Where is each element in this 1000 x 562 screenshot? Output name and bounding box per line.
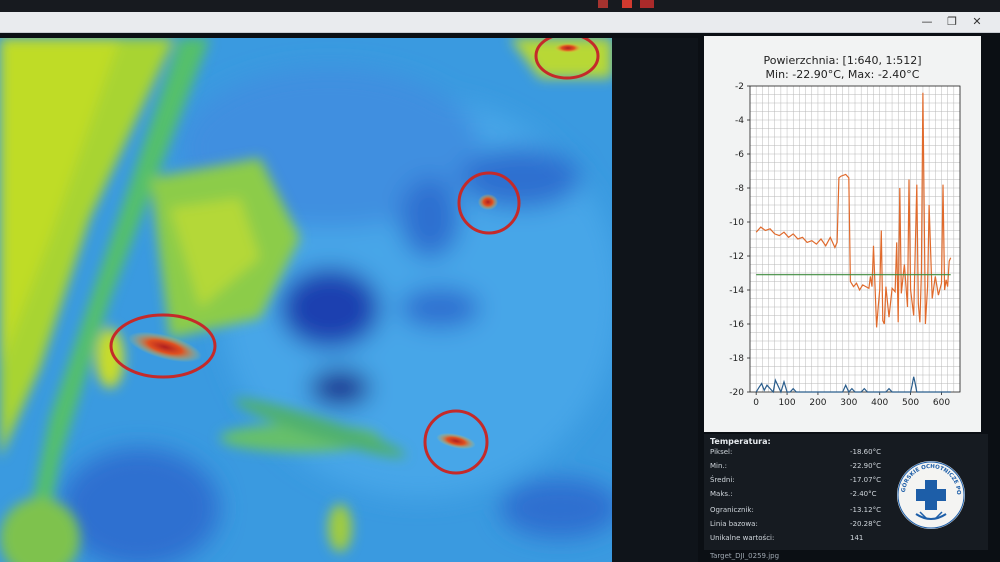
stat-label: Maks.: bbox=[710, 490, 733, 498]
stat-label: Linia bazowa: bbox=[710, 520, 758, 528]
y-tick-label: -6 bbox=[735, 150, 744, 160]
stat-value: -2.40°C bbox=[850, 490, 877, 498]
x-tick-label: 0 bbox=[753, 398, 759, 408]
x-tick-label: 400 bbox=[871, 398, 888, 408]
y-tick-label: -10 bbox=[729, 218, 744, 228]
x-tick-label: 100 bbox=[778, 398, 795, 408]
y-tick-label: -4 bbox=[735, 116, 744, 126]
stat-label: Średni: bbox=[710, 476, 735, 484]
y-tick-label: -14 bbox=[729, 286, 744, 296]
y-tick-label: -16 bbox=[729, 320, 744, 330]
y-tick-label: -12 bbox=[729, 252, 744, 262]
gopr-logo-icon: GÓRSKIE OCHOTNICZE POGOTOWIE RATUNKOWE bbox=[896, 454, 965, 529]
stat-value: 141 bbox=[850, 534, 864, 542]
side-panel bbox=[612, 38, 698, 562]
chart-plot: 0 100 200 300 400 500 600 -20 -18 -16 -14 -12 -10 -8 -… bbox=[729, 82, 961, 408]
stat-value: -20.28°C bbox=[850, 520, 881, 528]
x-tick-label: 300 bbox=[840, 398, 857, 408]
thermal-image bbox=[0, 38, 612, 562]
tray-icon-1[interactable] bbox=[598, 0, 608, 8]
y-tick-label: -18 bbox=[729, 354, 744, 364]
window-title-bar: — ❐ ✕ bbox=[0, 12, 1000, 33]
tray-icon-3[interactable] bbox=[640, 0, 654, 8]
x-tick-label: 600 bbox=[933, 398, 950, 408]
stat-value: -17.07°C bbox=[850, 476, 881, 484]
tray-icon-2[interactable] bbox=[622, 0, 632, 8]
minimize-button[interactable]: — bbox=[916, 13, 938, 31]
stat-label: Piksel: bbox=[710, 448, 733, 456]
stat-value: -18.60°C bbox=[850, 448, 881, 456]
temperature-chart: Powierzchnia: [1:640, 1:512] Min: -22.90… bbox=[704, 36, 981, 432]
stat-label: Ogranicznik: bbox=[710, 506, 754, 514]
y-tick-label: -20 bbox=[729, 388, 744, 398]
maximize-button[interactable]: ❐ bbox=[941, 13, 963, 31]
stat-label: Min.: bbox=[710, 462, 728, 470]
stat-label: Unikalne wartości: bbox=[710, 534, 775, 542]
top-strip bbox=[0, 0, 1000, 12]
y-tick-label: -8 bbox=[735, 184, 744, 194]
x-tick-label: 500 bbox=[902, 398, 919, 408]
image-filename: Target_DJI_0259.jpg bbox=[710, 552, 780, 560]
close-button[interactable]: ✕ bbox=[966, 13, 988, 31]
stats-header: Temperatura: bbox=[710, 437, 771, 446]
x-tick-label: 200 bbox=[809, 398, 826, 408]
stat-value: -22.90°C bbox=[850, 462, 881, 470]
thermal-image-view[interactable] bbox=[0, 38, 612, 562]
stat-value: -13.12°C bbox=[850, 506, 881, 514]
y-tick-label: -2 bbox=[735, 82, 744, 92]
